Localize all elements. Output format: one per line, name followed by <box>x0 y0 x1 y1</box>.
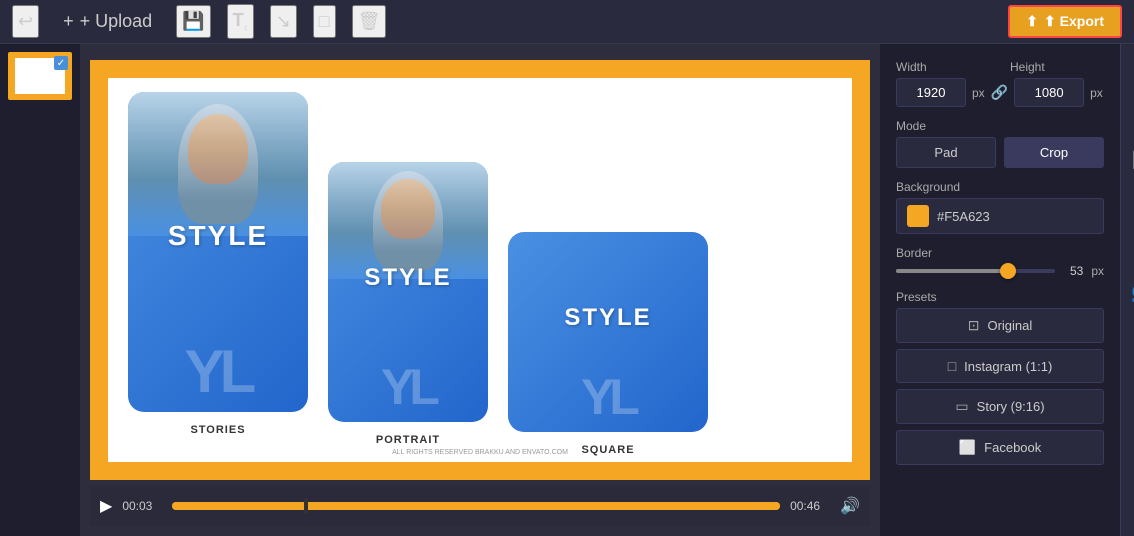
text-icon[interactable]: T↕ <box>227 4 254 39</box>
height-input[interactable] <box>1014 78 1084 107</box>
height-px: px <box>1090 86 1103 100</box>
thumbnail-1[interactable]: ✓ <box>8 52 72 100</box>
canvas-inner: STYLE YL STORIES <box>108 78 852 462</box>
adjust-icon[interactable]: ⚙ <box>1130 323 1134 352</box>
time-start: 00:03 <box>122 499 162 513</box>
square-label: SQUARE <box>581 444 634 456</box>
upload-button[interactable]: + + Upload <box>55 7 160 36</box>
layout-icon[interactable]: ▦ <box>1130 101 1134 130</box>
story-icon: ▭ <box>955 398 968 415</box>
timeline: ▶ 00:03 00:46 🔊 <box>90 486 870 526</box>
border-value: 53 <box>1063 264 1083 278</box>
people-icon[interactable]: 👥 <box>1127 278 1134 307</box>
preset-story[interactable]: ▭ Story (9:16) <box>896 389 1104 424</box>
bg-color-swatch[interactable] <box>907 205 929 227</box>
border-section: Border 53 px <box>896 246 1104 278</box>
preset-original-label: Original <box>987 318 1032 333</box>
pad-button[interactable]: Pad <box>896 137 996 168</box>
stories-watermark: YL <box>185 342 252 402</box>
copyright-text: ALL RIGHTS RESERVED BRAKKU AND ENVATO.CO… <box>392 449 568 456</box>
right-icon-bar: ⊞ ▦ 🖼 ⧉ T 👥 ⚙ ≡ <box>1120 44 1134 536</box>
preset-story-label: Story (9:16) <box>977 399 1045 414</box>
portrait-title: STYLE <box>364 264 451 292</box>
trash-icon[interactable]: 🗑 <box>352 5 387 38</box>
left-sidebar: ✓ <box>0 44 80 536</box>
canvas-frame: STYLE YL STORIES <box>90 60 870 480</box>
portrait-label: PORTRAIT <box>376 434 440 446</box>
square-card: STYLE YL <box>508 232 708 432</box>
presets-label: Presets <box>896 290 1104 304</box>
border-px: px <box>1091 264 1104 278</box>
bg-hex-value: #F5A623 <box>937 209 990 224</box>
height-label: Height <box>1010 60 1104 74</box>
preset-facebook-label: Facebook <box>984 440 1041 455</box>
toolbar: ↩ + + Upload 💾 T↕ ↘ □ 🗑 ⬆ ⬆ Export <box>0 0 1134 44</box>
presets-section: Presets ⊡ Original □ Instagram (1:1) ▭ S… <box>896 290 1104 465</box>
portrait-photo <box>328 162 488 279</box>
export-icon: ⬆ <box>1026 13 1038 30</box>
crop-button[interactable]: Crop <box>1004 137 1104 168</box>
progress-track <box>172 502 780 510</box>
width-label: Width <box>896 60 990 74</box>
stories-photo <box>128 92 308 236</box>
canvas-area: STYLE YL STORIES <box>80 44 880 536</box>
canvas-content: STYLE YL STORIES <box>108 78 852 462</box>
volume-icon[interactable]: 🔊 <box>840 496 860 516</box>
original-icon: ⊡ <box>968 317 980 334</box>
instagram-icon: □ <box>948 358 956 374</box>
mode-section: Mode Pad Crop <box>896 119 1104 168</box>
arrow-icon[interactable]: ↘ <box>270 5 297 38</box>
background-section: Background #F5A623 <box>896 180 1104 234</box>
preset-instagram-label: Instagram (1:1) <box>964 359 1052 374</box>
plus-icon: + <box>63 11 74 32</box>
preset-original[interactable]: ⊡ Original <box>896 308 1104 343</box>
border-controls: 53 px <box>896 264 1104 278</box>
save-icon[interactable]: 💾 <box>176 5 210 38</box>
image-icon[interactable]: 🖼 <box>1127 146 1134 175</box>
border-slider[interactable] <box>896 268 1055 274</box>
mode-label: Mode <box>896 119 1104 133</box>
width-input[interactable] <box>896 78 966 107</box>
rect-icon[interactable]: □ <box>313 5 336 38</box>
canvas-wrapper: STYLE YL STORIES <box>90 54 870 486</box>
dimensions-header: Width Height <box>896 60 1104 78</box>
portrait-watermark: YL <box>381 362 435 412</box>
progress-thumb[interactable] <box>304 498 308 514</box>
border-thumb[interactable] <box>1000 263 1016 279</box>
background-label: Background <box>896 180 1104 194</box>
time-end: 00:46 <box>790 499 830 513</box>
preset-instagram[interactable]: □ Instagram (1:1) <box>896 349 1104 383</box>
stories-label: STORIES <box>190 424 245 436</box>
stories-card: STYLE YL <box>128 92 308 412</box>
stories-title: STYLE <box>168 220 268 252</box>
main-content: ✓ <box>0 44 1134 536</box>
portrait-face <box>328 162 488 279</box>
upload-label: + Upload <box>80 11 153 32</box>
width-px: px <box>972 86 985 100</box>
play-button[interactable]: ▶ <box>100 496 112 516</box>
square-watermark: YL <box>581 372 635 422</box>
preset-facebook[interactable]: ⬜ Facebook <box>896 430 1104 465</box>
facebook-icon: ⬜ <box>959 439 976 456</box>
dimensions-inputs: px 🔗 px <box>896 78 1104 107</box>
stories-face <box>128 92 308 236</box>
thumbnail-check: ✓ <box>54 56 68 70</box>
link-icon[interactable]: 🔗 <box>991 84 1008 101</box>
progress-bar[interactable] <box>172 502 780 510</box>
background-color-row[interactable]: #F5A623 <box>896 198 1104 234</box>
right-panel: Width Height px 🔗 px Mode Pad Crop <box>880 44 1120 536</box>
export-button[interactable]: ⬆ ⬆ Export <box>1008 5 1122 38</box>
export-label: ⬆ Export <box>1044 13 1104 30</box>
undo-button[interactable]: ↩ <box>12 5 39 38</box>
dimensions-section: Width Height px 🔗 px <box>896 60 1104 107</box>
border-fill <box>896 269 1008 273</box>
mode-buttons: Pad Crop <box>896 137 1104 168</box>
square-title: STYLE <box>564 304 651 332</box>
border-label: Border <box>896 246 1104 260</box>
portrait-card: STYLE YL <box>328 162 488 422</box>
